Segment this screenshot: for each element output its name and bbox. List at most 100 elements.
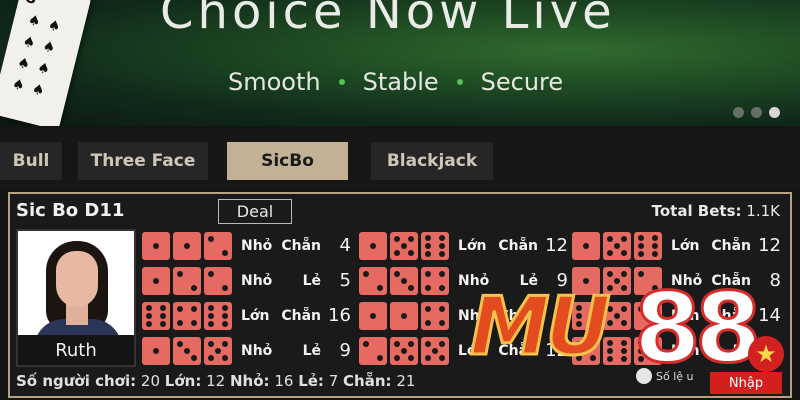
result-size: Nhỏ	[458, 272, 490, 289]
tab-blackjack[interactable]: Blackjack	[371, 142, 493, 180]
card-pips: ♠ ♠ ♠ ♠ ♠ ♠ ♠ ♠	[10, 12, 63, 100]
toggle-icon	[636, 368, 652, 384]
enter-button[interactable]: Nhập	[710, 372, 782, 394]
tagline-smooth: Smooth	[228, 68, 321, 96]
result-total: 9	[339, 340, 351, 361]
big-label: Lớn:	[164, 372, 202, 390]
result-row: Lớn Chẵn 12	[572, 229, 784, 262]
promo-banner[interactable]: 8 ♠♠♠♠♠♠♠♠ Choice Now Live Smooth Stable…	[0, 0, 800, 126]
carousel-dot[interactable]	[751, 107, 762, 118]
result-row: Nhỏ Chẵn 4	[142, 229, 354, 262]
tagline-stable: Stable	[362, 68, 439, 96]
result-total: 6	[556, 305, 568, 326]
total-bets-label: Total Bets:	[651, 202, 742, 220]
banner-title: Choice Now Live	[160, 0, 616, 40]
result-size: Lớn	[671, 342, 700, 359]
die-face-icon	[142, 336, 170, 365]
carousel-dot[interactable]	[733, 107, 744, 118]
die-face-icon	[173, 336, 201, 365]
die-face-icon	[359, 231, 387, 260]
dot-separator	[338, 79, 345, 85]
result-row: Nhỏ Lẻ 5	[142, 264, 354, 297]
result-parity: Chẵn	[498, 237, 538, 254]
die-face-icon	[204, 231, 232, 260]
die-face-icon	[603, 336, 631, 365]
game-tabs: Bull Three Face SicBo Blackjack	[0, 128, 800, 190]
small-label: Nhỏ:	[229, 372, 270, 390]
result-total: 17	[758, 340, 781, 361]
die-face-icon	[359, 336, 387, 365]
die-face-icon	[421, 336, 449, 365]
die-face-icon	[204, 301, 232, 330]
die-face-icon	[634, 301, 662, 330]
players-count: 20	[140, 372, 160, 390]
die-face-icon	[390, 301, 418, 330]
result-row: Lớn Chẵn 12	[359, 334, 571, 367]
tab-bull[interactable]: Bull	[0, 142, 62, 180]
die-face-icon	[204, 266, 232, 295]
result-size: Lớn	[458, 342, 487, 359]
die-face-icon	[390, 266, 418, 295]
results-column: Lớn Chẵn 12 Nhỏ Chẵn 8 Lớn Chẵn 14 Lớn Lẻ 17	[572, 229, 784, 367]
carousel-indicator	[733, 107, 780, 118]
result-parity: Lẻ	[302, 272, 321, 289]
result-row: Lớn Chẵn 14	[572, 299, 784, 332]
banner-tagline: Smooth Stable Secure	[228, 68, 563, 96]
result-parity: Chẵn	[711, 272, 751, 289]
result-size: Lớn	[671, 237, 700, 254]
result-row: Lớn Lẻ 17	[572, 334, 784, 367]
dot-separator	[456, 79, 463, 85]
result-total: 12	[545, 340, 568, 361]
die-face-icon	[572, 231, 600, 260]
result-row: Nhỏ Lẻ 9	[142, 334, 354, 367]
table-status-badge: Deal	[218, 199, 292, 224]
result-total: 14	[758, 305, 781, 326]
tab-sicbo[interactable]: SicBo	[227, 142, 348, 180]
die-face-icon	[142, 266, 170, 295]
die-face-icon	[634, 231, 662, 260]
result-parity: Chẵn	[498, 342, 538, 359]
even-label: Chẵn:	[343, 372, 392, 390]
die-face-icon	[359, 266, 387, 295]
app-root: 8 ♠♠♠♠♠♠♠♠ Choice Now Live Smooth Stable…	[0, 0, 800, 400]
result-total: 16	[328, 305, 351, 326]
odd-label: Lẻ:	[298, 372, 324, 390]
result-parity: Chẵn	[281, 307, 321, 324]
result-parity: Chẵn	[498, 307, 538, 324]
even-count: 21	[396, 372, 416, 390]
die-face-icon	[173, 301, 201, 330]
die-face-icon	[421, 231, 449, 260]
result-size: Lớn	[458, 237, 487, 254]
die-face-icon	[173, 266, 201, 295]
tagline-secure: Secure	[480, 68, 564, 96]
result-size: Nhỏ	[458, 307, 490, 324]
round-stats: Số người chơi: 20 Lớn: 12 Nhỏ: 16 Lẻ: 7 …	[16, 372, 415, 390]
result-size: Nhỏ	[241, 237, 273, 254]
result-row: Lớn Chẵn 16	[142, 299, 354, 332]
result-total: 5	[339, 270, 351, 291]
result-size: Nhỏ	[671, 272, 703, 289]
table-name: Sic Bo D11	[16, 200, 125, 221]
die-face-icon	[603, 231, 631, 260]
die-face-icon	[421, 301, 449, 330]
result-size: Lớn	[241, 307, 270, 324]
die-face-icon	[173, 231, 201, 260]
result-total: 4	[339, 235, 351, 256]
result-parity: Chẵn	[281, 237, 321, 254]
side-control[interactable]: Số lệ u	[636, 368, 694, 384]
die-face-icon	[390, 336, 418, 365]
result-total: 8	[769, 270, 781, 291]
dealer-avatar: Ruth	[16, 229, 136, 367]
die-face-icon	[390, 231, 418, 260]
total-bets-value: 1.1K	[746, 202, 780, 220]
small-count: 16	[274, 372, 294, 390]
die-face-icon	[634, 266, 662, 295]
result-total: 12	[545, 235, 568, 256]
die-face-icon	[603, 301, 631, 330]
result-parity: Lẻ	[519, 272, 538, 289]
carousel-dot-active[interactable]	[769, 107, 780, 118]
total-bets: Total Bets: 1.1K	[652, 202, 780, 220]
result-total: 9	[556, 270, 568, 291]
tab-three-face[interactable]: Three Face	[78, 142, 208, 180]
side-control-label: Số lệ u	[656, 369, 694, 383]
